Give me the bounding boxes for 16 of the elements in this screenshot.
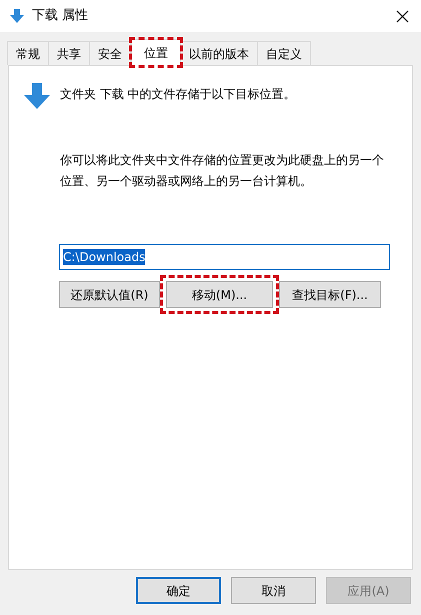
tab[interactable]: 常规	[7, 41, 49, 65]
path-value: C:\Downloads	[63, 249, 146, 265]
down-arrow-icon	[10, 9, 24, 23]
action-button[interactable]: 查找目标(F)...	[279, 281, 381, 308]
tab[interactable]: 安全	[89, 41, 131, 65]
dialog-button[interactable]: 取消	[231, 577, 316, 604]
dialog-button[interactable]: 确定	[136, 577, 221, 604]
tab[interactable]: 位置	[131, 39, 181, 66]
window-title: 下载 属性	[32, 7, 88, 26]
location-description: 你可以将此文件夹中文件存储的位置更改为此硬盘上的另一个位置、另一个驱动器或网络上的另一台计算机。	[60, 152, 385, 190]
path-field[interactable]: C:\Downloads	[59, 244, 390, 270]
location-summary: 文件夹 下载 中的文件存储于以下目标位置。	[60, 86, 296, 103]
close-icon[interactable]	[396, 10, 409, 22]
tab[interactable]: 自定义	[257, 41, 311, 65]
action-button[interactable]: 还原默认值(R)	[59, 281, 160, 308]
down-arrow-icon	[24, 83, 50, 109]
